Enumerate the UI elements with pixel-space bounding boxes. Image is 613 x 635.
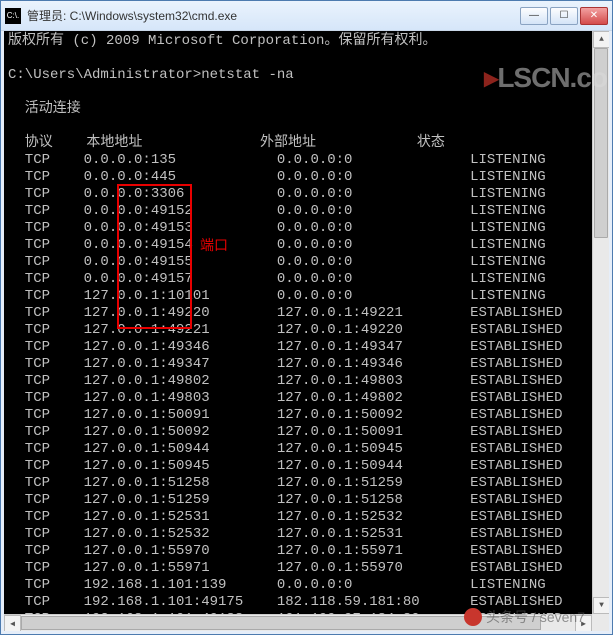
scroll-track-vertical[interactable] xyxy=(593,48,609,597)
scroll-left-button[interactable]: ◀ xyxy=(4,615,21,632)
cmd-icon: C:\. xyxy=(5,8,21,24)
scrollbar-corner xyxy=(592,614,609,631)
window-controls: — ☐ ✕ xyxy=(520,7,608,25)
cmd-window: C:\. 管理员: C:\Windows\system32\cmd.exe — … xyxy=(0,0,613,635)
minimize-button[interactable]: — xyxy=(520,7,548,25)
terminal-area: 版权所有 (c) 2009 Microsoft Corporation。保留所有… xyxy=(1,31,612,634)
vertical-scrollbar[interactable]: ▲ ▼ xyxy=(592,31,609,614)
scroll-right-button[interactable]: ▶ xyxy=(575,615,592,632)
scroll-track-horizontal[interactable] xyxy=(21,615,575,631)
window-title: 管理员: C:\Windows\system32\cmd.exe xyxy=(27,7,520,24)
terminal-output[interactable]: 版权所有 (c) 2009 Microsoft Corporation。保留所有… xyxy=(4,31,609,634)
scroll-thumb-vertical[interactable] xyxy=(594,48,608,238)
close-button[interactable]: ✕ xyxy=(580,7,608,25)
scroll-up-button[interactable]: ▲ xyxy=(593,31,610,48)
maximize-button[interactable]: ☐ xyxy=(550,7,578,25)
horizontal-scrollbar[interactable]: ◀ ▶ xyxy=(4,614,592,631)
scroll-thumb-horizontal[interactable] xyxy=(21,616,541,630)
scroll-down-button[interactable]: ▼ xyxy=(593,597,610,614)
titlebar[interactable]: C:\. 管理员: C:\Windows\system32\cmd.exe — … xyxy=(1,1,612,31)
